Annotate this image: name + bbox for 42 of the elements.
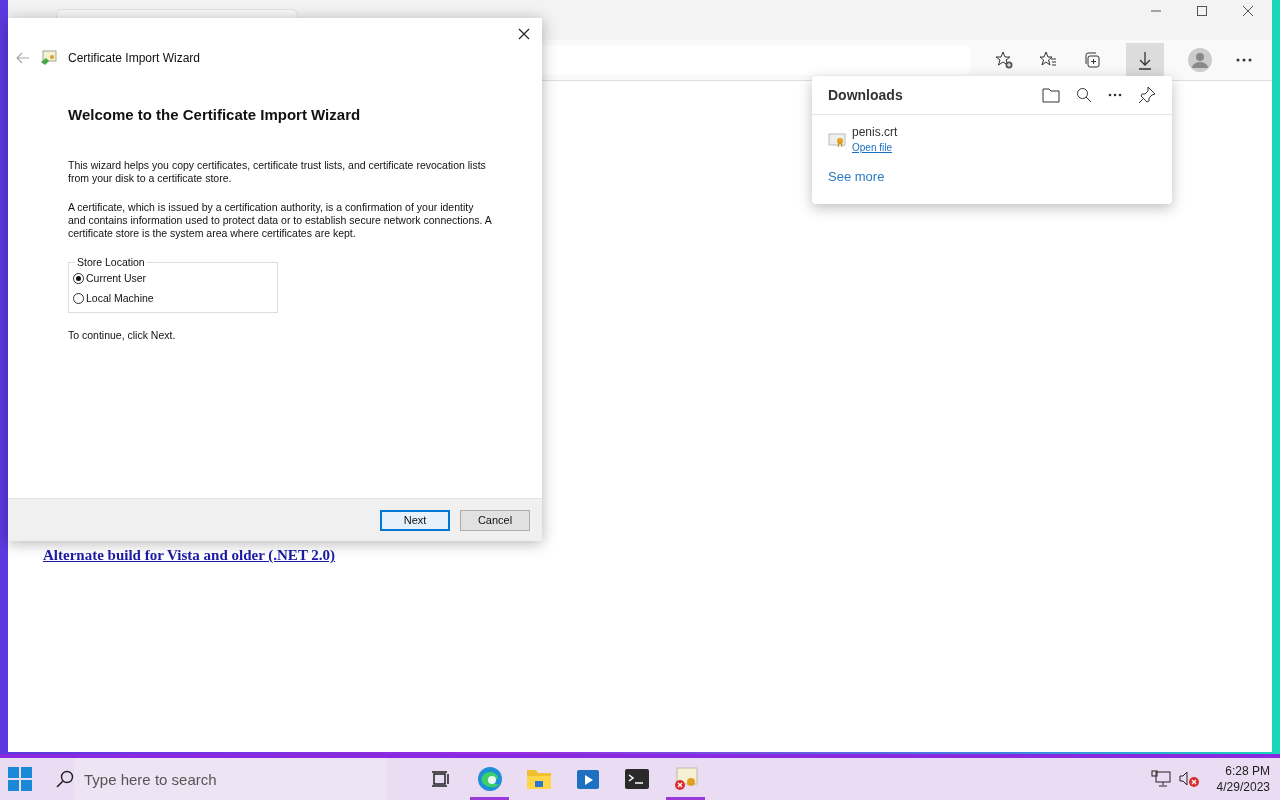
clock-date[interactable]: 4/29/2023: [1216, 780, 1270, 794]
collections-icon[interactable]: [1082, 50, 1102, 70]
see-more-link[interactable]: See more: [828, 169, 885, 184]
more-icon[interactable]: [1108, 93, 1122, 97]
certificate-file-icon: [828, 132, 846, 148]
close-icon[interactable]: [518, 28, 530, 40]
group-legend: Store Location: [75, 256, 147, 268]
panel-title: Downloads: [828, 87, 903, 103]
paragraph: This wizard helps you copy certificates, certificate trust lists, and certificate revocation lists from your disk to a certificate store.: [68, 159, 487, 185]
folder-icon: [525, 768, 552, 790]
download-link[interactable]: Alternate build for Vista and older (.NET 2.0): [43, 547, 336, 563]
paragraph: A certificate, which is issued by a certification authority, is a confirmation of your identity and contains information used to protect data or to establish secure network connections. A certificate store is the system area where certificates are kept.: [68, 201, 493, 240]
dialog-title: Certificate Import Wizard: [68, 51, 201, 65]
network-icon[interactable]: [1150, 770, 1171, 788]
maximize-icon[interactable]: [1196, 5, 1208, 17]
cancel-button[interactable]: Cancel: [460, 509, 530, 531]
more-icon[interactable]: [1236, 58, 1252, 62]
radio-option[interactable]: Local Machine: [73, 292, 269, 304]
certificate-error-icon: [672, 766, 699, 792]
edge-icon: [476, 766, 503, 792]
star-plus-icon[interactable]: [994, 50, 1014, 70]
file-name: penis.crt: [852, 125, 898, 139]
next-button[interactable]: Next: [380, 509, 450, 531]
avatar-icon[interactable]: [1188, 48, 1212, 72]
speaker-muted-icon[interactable]: [1178, 770, 1201, 788]
search-icon: [56, 770, 74, 788]
play-icon: [575, 767, 600, 791]
taskbar-search-field[interactable]: Type here to search: [74, 758, 386, 800]
task-view-icon: [430, 770, 451, 788]
folder-icon[interactable]: [1042, 87, 1060, 103]
windows-logo-icon[interactable]: [8, 767, 32, 791]
close-icon[interactable]: [1242, 5, 1254, 17]
terminal-icon: [623, 768, 650, 790]
instruction-text: To continue, click Next.: [68, 329, 177, 342]
radio-option[interactable]: Current User: [73, 272, 269, 284]
certificate-icon: [40, 50, 58, 66]
download-icon[interactable]: [1126, 43, 1164, 77]
open-file-link[interactable]: Open file: [852, 142, 898, 153]
search-icon[interactable]: [1076, 87, 1092, 103]
wizard-heading: Welcome to the Certificate Import Wizard: [68, 106, 362, 123]
clock-time[interactable]: 6:28 PM: [1225, 764, 1270, 778]
pin-icon[interactable]: [1138, 86, 1156, 104]
